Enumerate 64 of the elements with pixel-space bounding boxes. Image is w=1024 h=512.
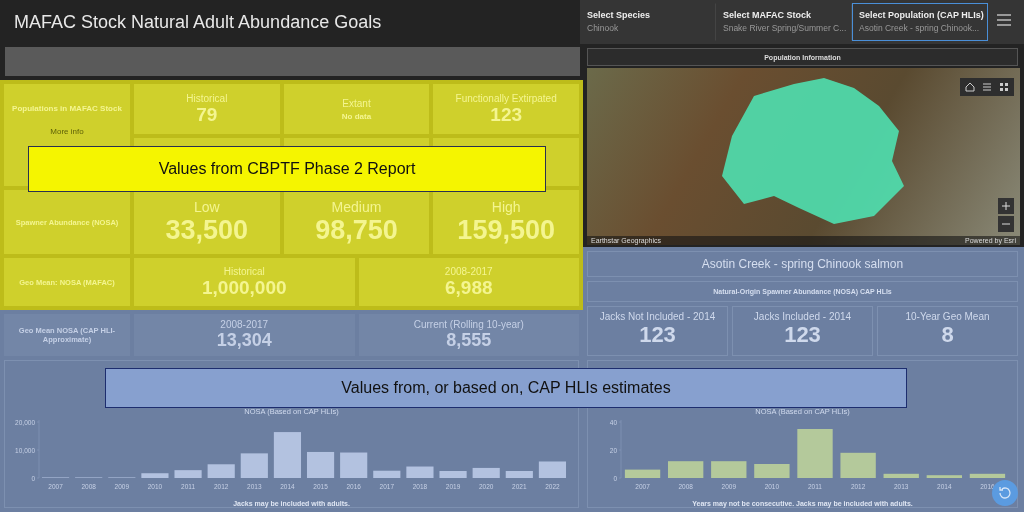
tile-value: 79 bbox=[196, 103, 218, 126]
dashboard-title: MAFAC Stock Natural Adult Abundance Goals bbox=[13, 11, 383, 34]
dropdown-selector[interactable]: Select Species Chinook bbox=[580, 3, 716, 41]
tile-label: 2008-2017 bbox=[220, 319, 269, 330]
tile-label: High bbox=[491, 198, 521, 215]
chart-bar bbox=[306, 451, 334, 478]
home-icon[interactable] bbox=[965, 82, 975, 93]
tile-value: 1,000,000 bbox=[202, 276, 287, 299]
tile-label: Current (Rolling 10-year) bbox=[413, 319, 524, 330]
tile-label: Populations in MAFAC Stock bbox=[12, 104, 122, 113]
chart-bar bbox=[710, 461, 746, 478]
refresh-button[interactable] bbox=[992, 480, 1018, 506]
tile-label: Low bbox=[194, 198, 220, 215]
tile-value: 33,500 bbox=[165, 214, 249, 246]
chart-bar bbox=[405, 466, 433, 478]
tile-label: Extant bbox=[342, 97, 371, 109]
grid-icon[interactable] bbox=[999, 82, 1009, 93]
dropdown-selector[interactable]: Select Population (CAP HLIs) Asotin Creek - spring Chinook... bbox=[852, 3, 988, 41]
chart-bar bbox=[753, 464, 790, 478]
annotation-callout: Values from CBPTF Phase 2 Report bbox=[28, 146, 546, 192]
chart-bar bbox=[140, 473, 168, 478]
tile-label: 2008-2017 bbox=[444, 265, 493, 277]
more-info-link[interactable]: More info bbox=[50, 127, 84, 136]
annotation-callout: Values from, or based on, CAP HLIs estimates bbox=[105, 368, 907, 408]
tile-label: Functionally Extirpated bbox=[455, 92, 557, 104]
tile-label: Historical bbox=[186, 92, 228, 104]
chart-bar bbox=[439, 471, 467, 478]
tile-value: No data bbox=[341, 111, 372, 121]
tile-value: 123 bbox=[490, 103, 522, 126]
chart-bar bbox=[624, 469, 660, 478]
tile-value: 98,750 bbox=[315, 214, 398, 246]
chart-bar bbox=[339, 452, 367, 478]
tile-value: 8,555 bbox=[446, 330, 492, 351]
chart-bar bbox=[240, 453, 268, 478]
tile-value: 159,500 bbox=[457, 214, 555, 246]
card-value: 123 bbox=[784, 322, 821, 348]
chart-bar bbox=[667, 461, 703, 478]
chart-bar bbox=[505, 471, 533, 478]
tile-value: 6,988 bbox=[444, 276, 493, 299]
chart-bar bbox=[472, 467, 500, 478]
tile-label: Historical bbox=[223, 265, 265, 277]
chart-bar bbox=[969, 473, 1005, 478]
card-label: 10-Year Geo Mean bbox=[905, 311, 990, 322]
card-value: 8 bbox=[941, 322, 954, 348]
dropdown-selector[interactable]: Select MAFAC Stock Snake River Spring/Summer C... bbox=[716, 3, 852, 41]
chart-bar bbox=[883, 473, 919, 478]
zoom-out-icon[interactable] bbox=[998, 216, 1014, 233]
chart-bar bbox=[839, 452, 876, 478]
menu-icon[interactable] bbox=[996, 13, 1012, 27]
tile-value: 13,304 bbox=[216, 330, 272, 351]
chart-bar bbox=[273, 432, 301, 478]
card-value: 123 bbox=[639, 322, 676, 348]
tile-label: Medium bbox=[331, 198, 382, 215]
chart-bar bbox=[538, 461, 566, 478]
chart-bar bbox=[926, 475, 962, 478]
card-label: Jacks Included - 2014 bbox=[753, 311, 852, 322]
chart-bar bbox=[174, 470, 202, 478]
population-title: Asotin Creek - spring Chinook salmon bbox=[587, 251, 1018, 277]
zoom-in-icon[interactable] bbox=[998, 198, 1014, 215]
card-label: Jacks Not Included - 2014 bbox=[599, 311, 716, 322]
list-icon[interactable] bbox=[982, 82, 992, 93]
chart-bar bbox=[207, 464, 235, 478]
chart-bar bbox=[372, 470, 400, 478]
chart-bar bbox=[796, 429, 833, 478]
